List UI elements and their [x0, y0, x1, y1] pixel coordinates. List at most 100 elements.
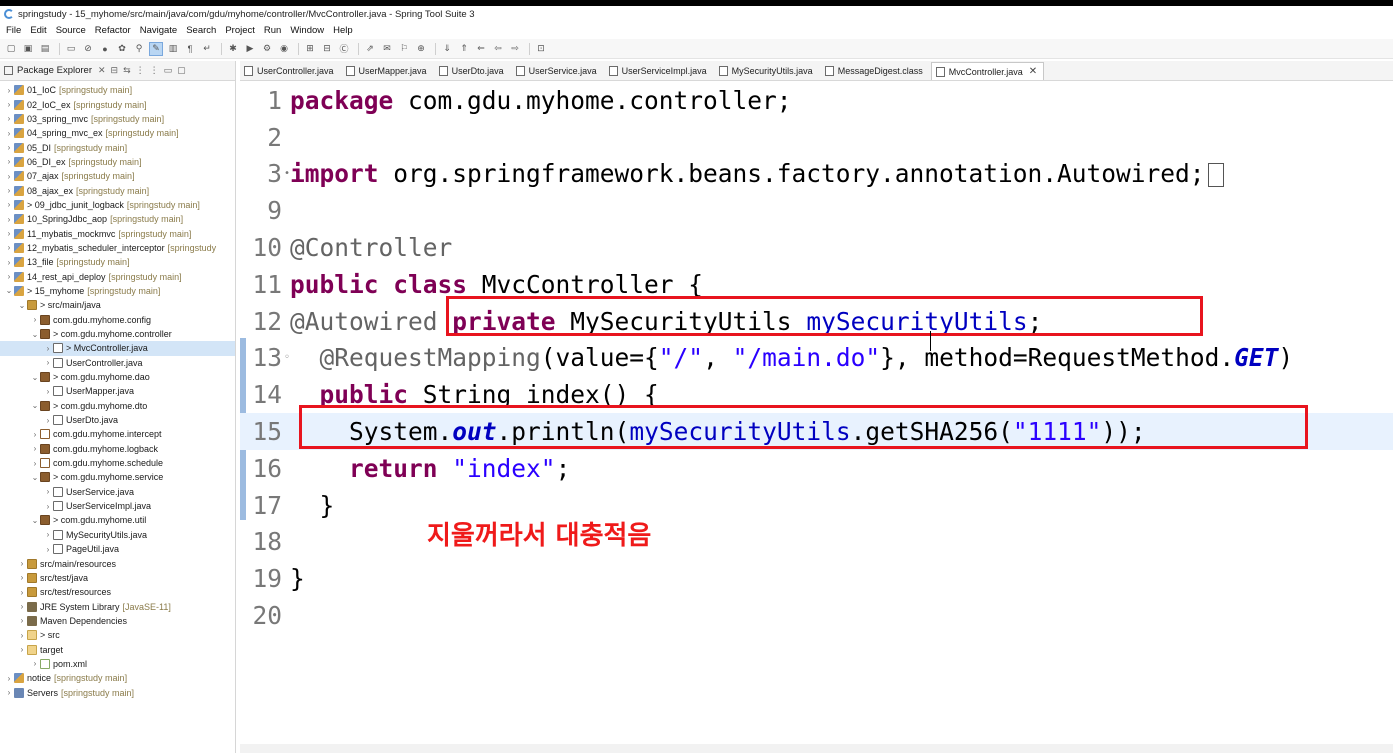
tree-item[interactable]: ⌄ > com.gdu.myhome.service — [0, 470, 235, 484]
globe-icon[interactable]: ⊕ — [414, 42, 428, 56]
tree-item[interactable]: › src/test/java — [0, 571, 235, 585]
chevron-right-icon[interactable]: › — [4, 258, 14, 267]
tree-item[interactable]: › 06_DI_ex [springstudy main] — [0, 155, 235, 169]
chevron-right-icon[interactable]: › — [4, 272, 14, 281]
menu-source[interactable]: Source — [56, 25, 86, 36]
chevron-right-icon[interactable]: › — [4, 157, 14, 166]
save-all-icon[interactable]: ▤ — [38, 42, 52, 56]
chevron-right-icon[interactable]: › — [4, 688, 14, 697]
tree-item[interactable]: › 14_rest_api_deploy [springstudy main] — [0, 269, 235, 283]
open-type-icon[interactable]: ⇗ — [363, 42, 377, 56]
last-edit-icon[interactable]: ⇐ — [474, 42, 488, 56]
chevron-right-icon[interactable]: › — [4, 86, 14, 95]
back-icon[interactable]: ⇦ — [491, 42, 505, 56]
tab-userserviceimpl[interactable]: UserServiceImpl.java — [605, 62, 713, 80]
menu-edit[interactable]: Edit — [30, 25, 46, 36]
forward-icon[interactable]: ⇨ — [508, 42, 522, 56]
chevron-right-icon[interactable]: › — [43, 502, 53, 511]
show-whitespace-icon[interactable]: ¶ — [183, 42, 197, 56]
chevron-right-icon[interactable]: › — [17, 588, 27, 597]
chevron-right-icon[interactable]: › — [4, 186, 14, 195]
tree-item[interactable]: › MySecurityUtils.java — [0, 528, 235, 542]
tree-item[interactable]: › UserMapper.java — [0, 384, 235, 398]
chevron-down-icon[interactable]: ⌄ — [4, 286, 14, 295]
chevron-right-icon[interactable]: › — [43, 358, 53, 367]
tree-item[interactable]: › > 09_jdbc_junit_logback [springstudy mai… — [0, 198, 235, 212]
tree-item[interactable]: › 10_SpringJdbc_aop [springstudy main] — [0, 212, 235, 226]
tree-item[interactable]: › UserServiceImpl.java — [0, 499, 235, 513]
chevron-right-icon[interactable]: › — [30, 459, 40, 468]
chevron-right-icon[interactable]: › — [30, 444, 40, 453]
chevron-down-icon[interactable]: ⌄ — [30, 473, 40, 482]
coverage-icon[interactable]: ◉ — [277, 42, 291, 56]
chevron-right-icon[interactable]: › — [17, 559, 27, 568]
tree-item[interactable]: › JRE System Library [JavaSE-11] — [0, 599, 235, 613]
chevron-right-icon[interactable]: › — [17, 616, 27, 625]
tree-item[interactable]: › target — [0, 642, 235, 656]
tree-item[interactable]: › 12_mybatis_scheduler_interceptor [spring… — [0, 241, 235, 255]
tree-item[interactable]: › com.gdu.myhome.schedule — [0, 456, 235, 470]
tree-item[interactable]: ⌄ > com.gdu.myhome.util — [0, 513, 235, 527]
chevron-right-icon[interactable]: › — [4, 143, 14, 152]
tab-messagedigest[interactable]: MessageDigest.class — [821, 62, 929, 80]
chevron-right-icon[interactable]: › — [43, 387, 53, 396]
chevron-right-icon[interactable]: › — [17, 602, 27, 611]
link-editor-icon[interactable]: ⇆ — [123, 65, 131, 76]
search-icon[interactable]: ⚐ — [397, 42, 411, 56]
skip-breakpoints-icon[interactable]: ⊘ — [81, 42, 95, 56]
close-icon[interactable]: ✕ — [98, 65, 106, 76]
tab-userservice[interactable]: UserService.java — [512, 62, 603, 80]
chevron-right-icon[interactable]: › — [30, 430, 40, 439]
tree-item[interactable]: ⌄ > 15_myhome [springstudy main] — [0, 284, 235, 298]
menu-window[interactable]: Window — [290, 25, 324, 36]
menu-refactor[interactable]: Refactor — [95, 25, 131, 36]
chevron-right-icon[interactable]: › — [4, 129, 14, 138]
tree-item[interactable]: ⌄ > com.gdu.myhome.dto — [0, 399, 235, 413]
tree-item[interactable]: › src/test/resources — [0, 585, 235, 599]
menu-help[interactable]: Help — [333, 25, 353, 36]
minimize-icon[interactable]: ▭ — [164, 65, 173, 76]
tree-item[interactable]: ⌄ > com.gdu.myhome.controller — [0, 327, 235, 341]
tree-item[interactable]: › 08_ajax_ex [springstudy main] — [0, 183, 235, 197]
tab-mvccontroller[interactable]: MvcController.java ✕ — [930, 62, 1045, 80]
menu-project[interactable]: Project — [225, 25, 255, 36]
chevron-right-icon[interactable]: › — [43, 530, 53, 539]
tree-item[interactable]: › UserController.java — [0, 356, 235, 370]
tree-item[interactable]: › > src — [0, 628, 235, 642]
chevron-down-icon[interactable]: ⌄ — [17, 301, 27, 310]
filter-icon[interactable]: ⋮ — [136, 65, 145, 76]
tree-item[interactable]: ⌄ > com.gdu.myhome.dao — [0, 370, 235, 384]
tree-item[interactable]: › notice [springstudy main] — [0, 671, 235, 685]
tree-item[interactable]: › 01_IoC [springstudy main] — [0, 83, 235, 97]
debug-icon[interactable]: ✱ — [226, 42, 240, 56]
run-icon[interactable]: ▶ — [243, 42, 257, 56]
maximize-icon[interactable]: ▢ — [177, 65, 186, 76]
tree-item[interactable]: › Servers [springstudy main] — [0, 685, 235, 699]
view-menu-icon[interactable]: ⋮ — [150, 65, 159, 76]
chevron-right-icon[interactable]: › — [4, 100, 14, 109]
tree-item[interactable]: › PageUtil.java — [0, 542, 235, 556]
package-explorer-tab[interactable]: Package Explorer ✕ ⊟ ⇆ ⋮ ⋮ ▭ ▢ — [0, 61, 235, 81]
tree-item[interactable]: › 02_IoC_ex [springstudy main] — [0, 97, 235, 111]
close-tab-icon[interactable]: ✕ — [1029, 66, 1037, 77]
chevron-right-icon[interactable]: › — [4, 229, 14, 238]
chevron-right-icon[interactable]: › — [4, 243, 14, 252]
tree-item[interactable]: › UserDto.java — [0, 413, 235, 427]
chevron-right-icon[interactable]: › — [4, 172, 14, 181]
chevron-right-icon[interactable]: › — [4, 114, 14, 123]
tree-item[interactable]: › src/main/resources — [0, 556, 235, 570]
new-icon[interactable]: ▢ — [4, 42, 18, 56]
chevron-down-icon[interactable]: ⌄ — [30, 373, 40, 382]
chevron-right-icon[interactable]: › — [43, 416, 53, 425]
chevron-down-icon[interactable]: ⌄ — [30, 401, 40, 410]
tree-item[interactable]: ⌄ > src/main/java — [0, 298, 235, 312]
tree-item[interactable]: › UserService.java — [0, 485, 235, 499]
collapse-all-icon[interactable]: ⊟ — [111, 65, 119, 76]
tab-usermapper[interactable]: UserMapper.java — [342, 62, 433, 80]
save-icon[interactable]: ▣ — [21, 42, 35, 56]
menu-navigate[interactable]: Navigate — [140, 25, 178, 36]
new-java-project-icon[interactable]: ⊞ — [303, 42, 317, 56]
horizontal-scrollbar[interactable] — [240, 744, 1393, 753]
chevron-down-icon[interactable]: ⌄ — [30, 330, 40, 339]
tree-item[interactable]: › 13_file [springstudy main] — [0, 255, 235, 269]
